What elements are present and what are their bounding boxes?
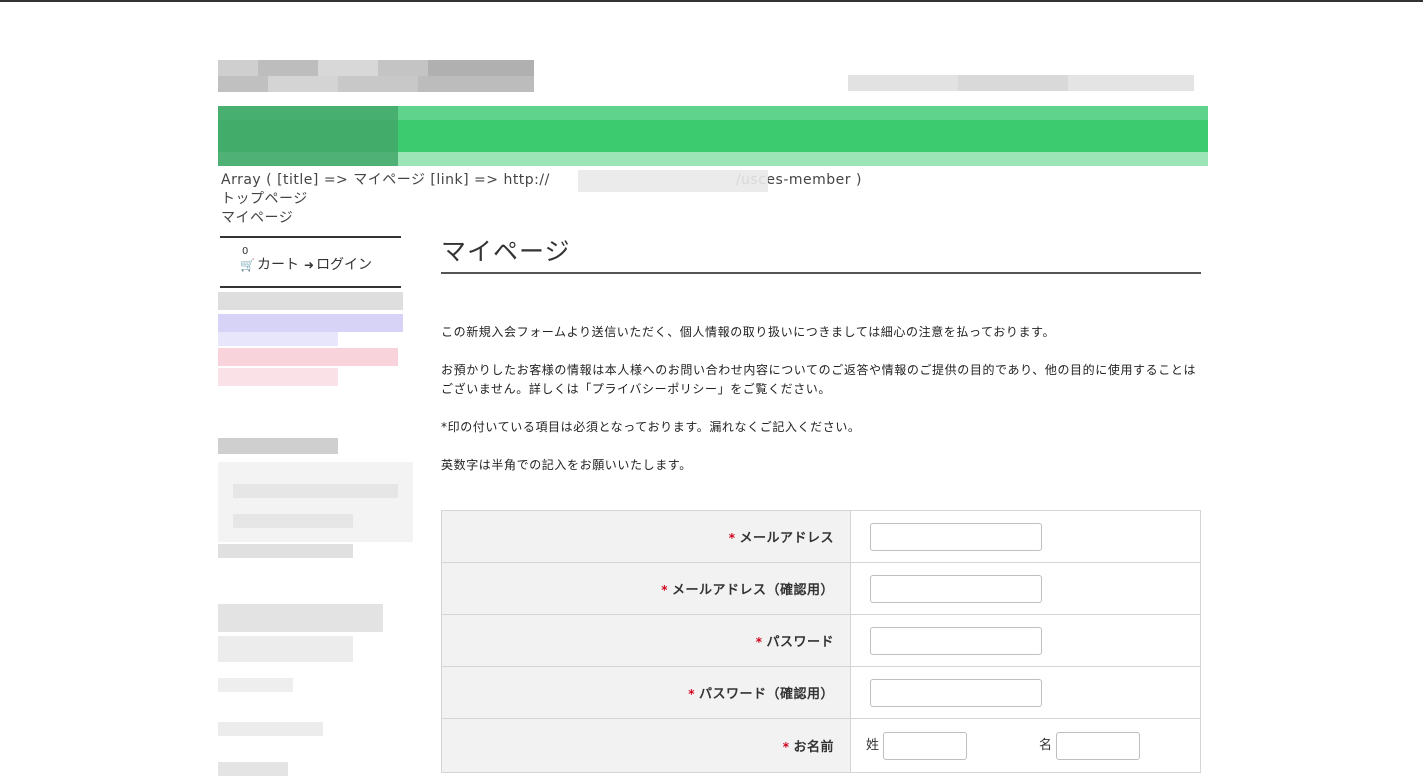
email-confirm-field[interactable] [870, 574, 1042, 603]
password-confirm-label-cell: * パスワード（確認用） [441, 666, 851, 719]
login-icon: ➜ [304, 258, 315, 272]
password-confirm-field[interactable] [870, 678, 1042, 707]
cart-link[interactable]: 🛒 カート [240, 254, 299, 274]
password-confirm-label: パスワード（確認用） [698, 687, 834, 702]
name-label: お名前 [793, 740, 834, 755]
form-row-email: * メールアドレス [441, 510, 1201, 563]
required-mark: * [688, 687, 695, 701]
page-title: マイページ [441, 237, 571, 266]
first-name-field[interactable] [1056, 731, 1141, 760]
first-name-label: 名 [1039, 738, 1053, 753]
sidebar-widget-redacted-3 [218, 600, 413, 776]
required-mark: * [661, 583, 668, 597]
form-row-email-confirm: * メールアドレス（確認用） [441, 562, 1201, 615]
header-banner-redacted [218, 106, 1208, 166]
intro-paragraph-1: この新規入会フォームより送信いただく、個人情報の取り扱いにつきましては細心の注意… [441, 325, 1056, 339]
breadcrumb-top-link[interactable]: トップページ [221, 188, 308, 208]
form-row-password-confirm: * パスワード（確認用） [441, 666, 1201, 719]
login-link[interactable]: ➜ ログイン [304, 254, 372, 274]
email-confirm-label: メールアドレス（確認用） [671, 583, 834, 598]
title-divider [441, 272, 1201, 274]
email-field[interactable] [870, 522, 1042, 551]
sidebar-widget-redacted-2 [218, 432, 413, 572]
url-redacted [578, 170, 768, 192]
cart-icon: 🛒 [240, 258, 255, 272]
cart-login-box: 0 🛒 カート ➜ ログイン [220, 236, 401, 288]
form-row-password: * パスワード [441, 614, 1201, 667]
site-logo-redacted[interactable] [218, 60, 534, 92]
form-row-name: * お名前 姓 名 [441, 718, 1201, 773]
password-label: パスワード [766, 635, 834, 650]
member-form-table: * メールアドレス * メールアドレス（確認用） * パスワード * パスワード（確認用… [441, 510, 1201, 773]
email-label-cell: * メールアドレス [441, 510, 851, 563]
required-mark: * [755, 635, 763, 649]
sidebar-widget-redacted-1 [218, 292, 403, 392]
required-mark: * [782, 740, 790, 754]
debug-prefix: Array ( [title] => マイページ [link] => http:… [221, 172, 550, 188]
last-name-field[interactable] [883, 731, 968, 760]
last-name-label: 姓 [866, 738, 880, 753]
name-label-cell: * お名前 [441, 718, 851, 773]
password-label-cell: * パスワード [441, 614, 851, 667]
intro-paragraph-3: *印の付いている項目は必須となっております。漏れなくご記入ください。 [441, 420, 861, 434]
required-mark: * [728, 531, 736, 545]
intro-paragraph-2: お預かりしたお客様の情報は本人様へのお問い合わせ内容についてのご返答や情報のご提… [441, 363, 1197, 396]
site-tagline-redacted [848, 75, 1194, 91]
email-label: メールアドレス [739, 531, 834, 546]
password-field[interactable] [870, 626, 1042, 655]
email-confirm-label-cell: * メールアドレス（確認用） [441, 562, 851, 615]
cart-label: カート [256, 257, 299, 273]
login-label: ログイン [316, 257, 373, 273]
breadcrumb-current: マイページ [221, 210, 294, 226]
intro-paragraph-4: 英数字は半角での記入をお願いいたします。 [441, 458, 692, 472]
